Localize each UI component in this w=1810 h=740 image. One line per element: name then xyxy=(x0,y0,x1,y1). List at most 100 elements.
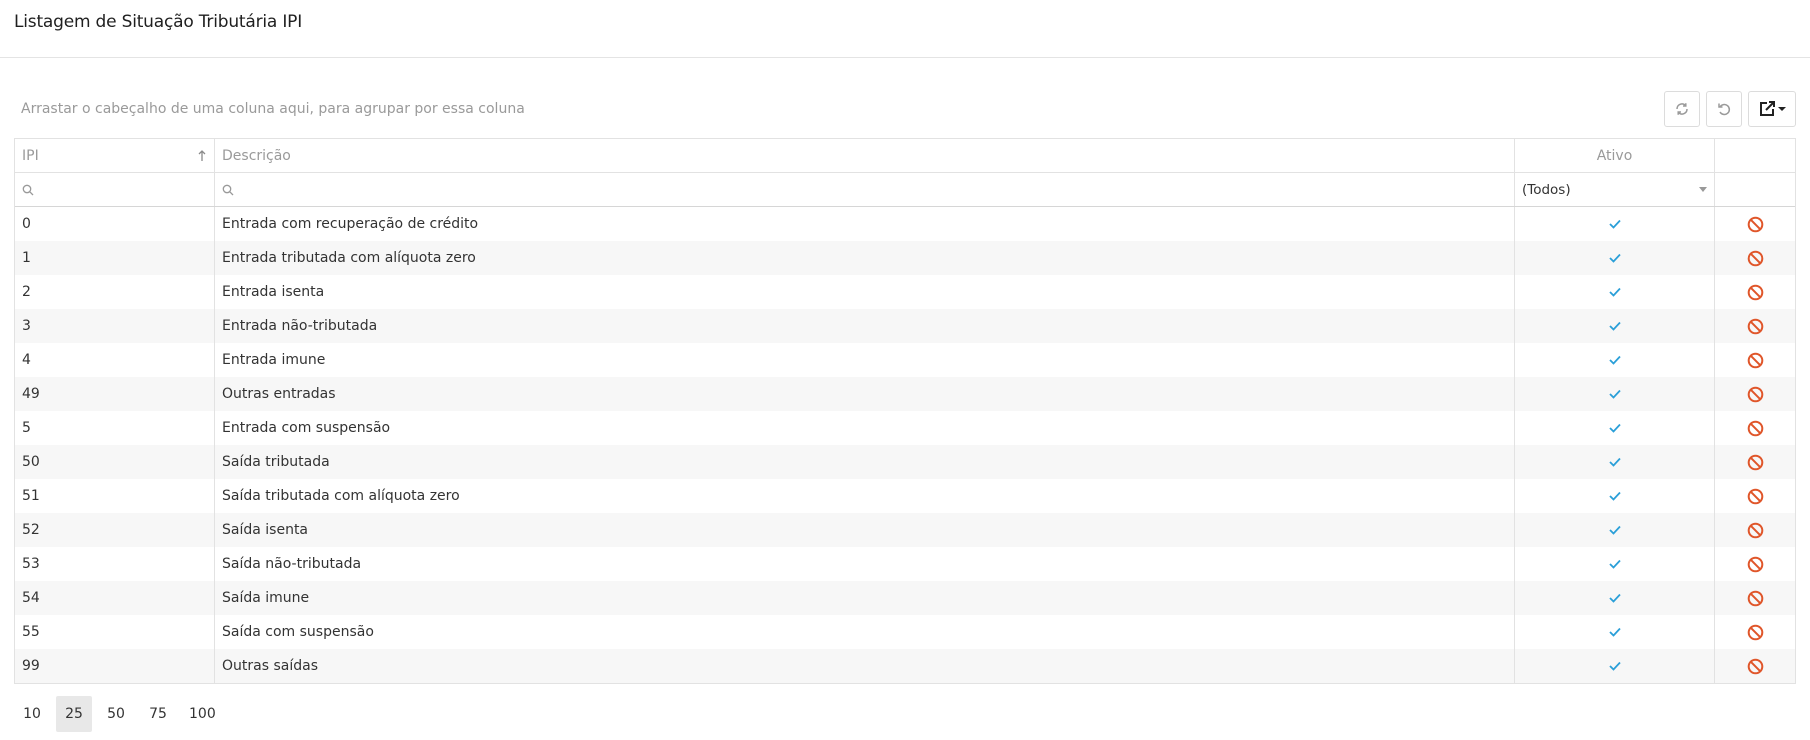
header-row: IPI Descrição Ativo xyxy=(15,139,1795,173)
cell-ativo xyxy=(1515,615,1715,649)
page-size-option[interactable]: 100 xyxy=(182,696,223,732)
cell-ativo xyxy=(1515,649,1715,683)
cell-ativo xyxy=(1515,343,1715,377)
cell-ipi: 52 xyxy=(15,513,215,547)
table-row[interactable]: 5 Entrada com suspensão xyxy=(15,411,1795,445)
cell-ipi: 5 xyxy=(15,411,215,445)
cell-actions xyxy=(1715,547,1795,581)
table-row[interactable]: 51 Saída tributada com alíquota zero xyxy=(15,479,1795,513)
disable-button[interactable] xyxy=(1747,556,1764,573)
table-row[interactable]: 99 Outras saídas xyxy=(15,649,1795,683)
disable-button[interactable] xyxy=(1747,216,1764,233)
cell-ativo xyxy=(1515,275,1715,309)
ban-icon xyxy=(1747,420,1763,436)
caret-down-icon xyxy=(1778,107,1786,111)
cell-ativo xyxy=(1515,411,1715,445)
cell-ipi: 50 xyxy=(15,445,215,479)
cell-descricao: Saída isenta xyxy=(215,513,1515,547)
filter-ipi-input[interactable] xyxy=(15,173,215,206)
page-size-option[interactable]: 50 xyxy=(98,696,134,732)
check-icon xyxy=(1608,661,1621,671)
check-icon xyxy=(1608,627,1621,637)
disable-button[interactable] xyxy=(1747,284,1764,301)
cell-descricao: Saída não-tributada xyxy=(215,547,1515,581)
group-panel: Arrastar o cabeçalho de uma coluna aqui,… xyxy=(21,101,525,117)
column-header-ipi[interactable]: IPI xyxy=(15,139,215,172)
filter-descricao-input[interactable] xyxy=(215,173,1515,206)
check-icon xyxy=(1608,321,1621,331)
column-header-actions xyxy=(1715,139,1795,172)
table-row[interactable]: 4 Entrada imune xyxy=(15,343,1795,377)
refresh-button[interactable] xyxy=(1664,91,1700,127)
table-row[interactable]: 55 Saída com suspensão xyxy=(15,615,1795,649)
disable-button[interactable] xyxy=(1747,386,1764,403)
export-button[interactable] xyxy=(1748,91,1796,127)
cell-ipi: 99 xyxy=(15,649,215,683)
export-icon xyxy=(1760,101,1775,116)
cell-ipi: 55 xyxy=(15,615,215,649)
cell-ipi: 1 xyxy=(15,241,215,275)
table-row[interactable]: 2 Entrada isenta xyxy=(15,275,1795,309)
check-icon xyxy=(1608,253,1621,263)
disable-button[interactable] xyxy=(1747,454,1764,471)
check-icon xyxy=(1608,355,1621,365)
table-row[interactable]: 52 Saída isenta xyxy=(15,513,1795,547)
disable-button[interactable] xyxy=(1747,658,1764,675)
cell-ativo xyxy=(1515,479,1715,513)
disable-button[interactable] xyxy=(1747,590,1764,607)
page-header: Listagem de Situação Tributária IPI xyxy=(0,0,1810,58)
ban-icon xyxy=(1747,352,1763,368)
disable-button[interactable] xyxy=(1747,318,1764,335)
table-row[interactable]: 0 Entrada com recuperação de crédito xyxy=(15,207,1795,241)
column-header-descricao[interactable]: Descrição xyxy=(215,139,1515,172)
disable-button[interactable] xyxy=(1747,624,1764,641)
undo-icon xyxy=(1718,103,1731,116)
cell-ativo xyxy=(1515,445,1715,479)
cell-ipi: 53 xyxy=(15,547,215,581)
table-row[interactable]: 53 Saída não-tributada xyxy=(15,547,1795,581)
cell-actions xyxy=(1715,479,1795,513)
undo-button[interactable] xyxy=(1706,91,1742,127)
table-row[interactable]: 1 Entrada tributada com alíquota zero xyxy=(15,241,1795,275)
disable-button[interactable] xyxy=(1747,522,1764,539)
page-size-option[interactable]: 25 xyxy=(56,696,92,732)
cell-actions xyxy=(1715,241,1795,275)
check-icon xyxy=(1608,525,1621,535)
check-icon xyxy=(1608,491,1621,501)
disable-button[interactable] xyxy=(1747,488,1764,505)
caret-down-icon xyxy=(1699,187,1707,192)
ban-icon xyxy=(1747,522,1763,538)
cell-ativo xyxy=(1515,241,1715,275)
filter-ativo-select[interactable]: (Todos) xyxy=(1515,173,1715,206)
check-icon xyxy=(1608,559,1621,569)
filter-actions xyxy=(1715,173,1795,206)
table-row[interactable]: 54 Saída imune xyxy=(15,581,1795,615)
disable-button[interactable] xyxy=(1747,420,1764,437)
refresh-icon xyxy=(1676,103,1688,115)
cell-descricao: Saída tributada com alíquota zero xyxy=(215,479,1515,513)
table-row[interactable]: 3 Entrada não-tributada xyxy=(15,309,1795,343)
cell-ipi: 0 xyxy=(15,207,215,241)
ipi-grid: IPI Descrição Ativo (Todos) 0 Entrada co… xyxy=(14,138,1796,684)
disable-button[interactable] xyxy=(1747,250,1764,267)
cell-descricao: Saída com suspensão xyxy=(215,615,1515,649)
cell-actions xyxy=(1715,445,1795,479)
cell-actions xyxy=(1715,207,1795,241)
column-header-label: Descrição xyxy=(222,147,291,164)
cell-ipi: 4 xyxy=(15,343,215,377)
ban-icon xyxy=(1747,556,1763,572)
ban-icon xyxy=(1747,488,1763,504)
column-header-ativo[interactable]: Ativo xyxy=(1515,139,1715,172)
page-size-option[interactable]: 10 xyxy=(14,696,50,732)
cell-ipi: 51 xyxy=(15,479,215,513)
ban-icon xyxy=(1747,454,1763,470)
cell-descricao: Saída tributada xyxy=(215,445,1515,479)
page-size-option[interactable]: 75 xyxy=(140,696,176,732)
table-row[interactable]: 50 Saída tributada xyxy=(15,445,1795,479)
check-icon xyxy=(1608,593,1621,603)
cell-ativo xyxy=(1515,377,1715,411)
table-row[interactable]: 49 Outras entradas xyxy=(15,377,1795,411)
disable-button[interactable] xyxy=(1747,352,1764,369)
ban-icon xyxy=(1747,386,1763,402)
page-title: Listagem de Situação Tributária IPI xyxy=(14,12,303,32)
